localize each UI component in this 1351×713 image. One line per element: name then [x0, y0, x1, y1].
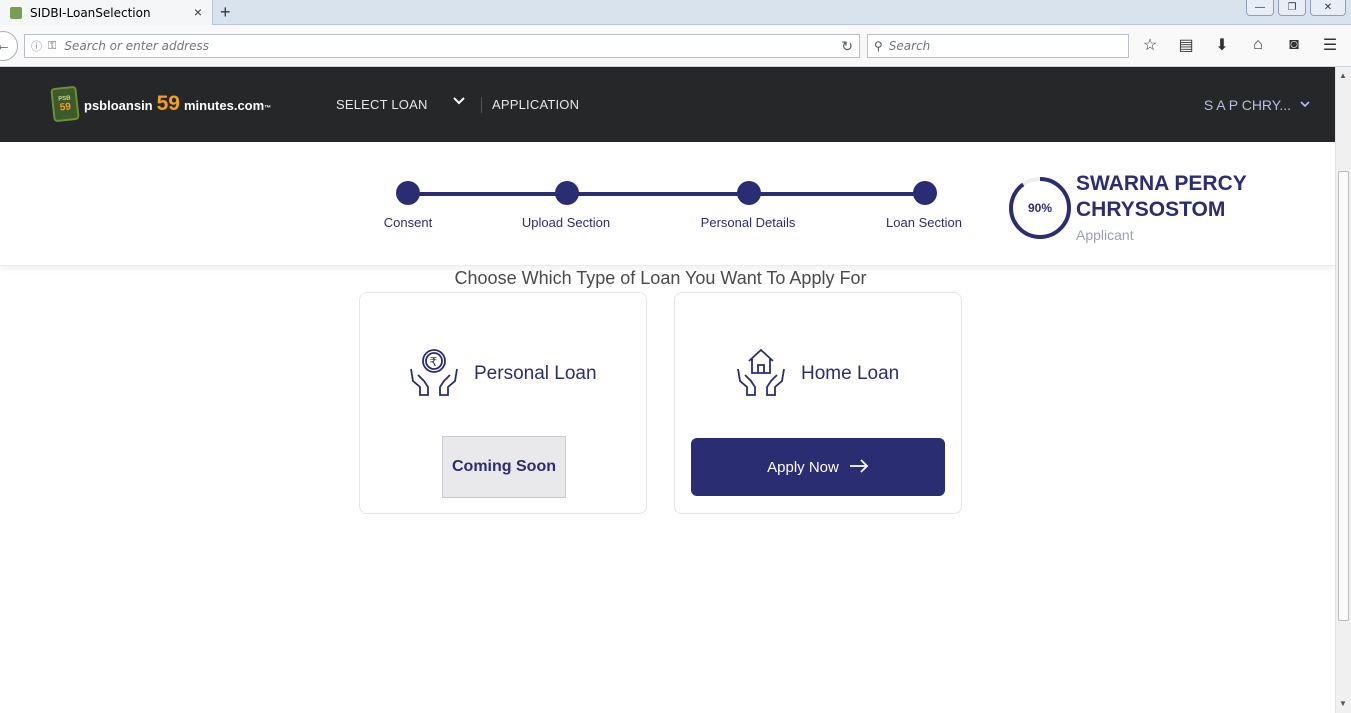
step-label-consent: Consent	[383, 215, 433, 230]
scroll-thumb[interactable]	[1338, 171, 1349, 621]
logo-badge-number: 59	[59, 100, 72, 114]
favicon-icon	[10, 6, 22, 19]
star-icon[interactable]: ☆	[1140, 35, 1160, 55]
tab-close-icon[interactable]: ×	[194, 4, 202, 20]
address-bar[interactable]: ⓘ ⚿ ↻	[24, 34, 860, 58]
svg-text:₹: ₹	[430, 355, 438, 369]
reading-list-icon[interactable]: ▤	[1176, 35, 1196, 55]
site-logo[interactable]: PSB 59 psbloansin 59 minutes.com ™	[50, 85, 271, 123]
close-window-button[interactable]: ✕	[1310, 0, 1346, 16]
search-icon: ⚲	[874, 39, 883, 53]
personal-loan-title: Personal Loan	[474, 363, 597, 384]
house-in-hands-icon	[735, 347, 787, 399]
applicant-name: SWARNA PERCY CHRYSOSTOM	[1076, 172, 1247, 221]
info-icon[interactable]: ⓘ	[31, 38, 42, 54]
scroll-down-icon[interactable]: ▼	[1339, 699, 1347, 708]
step-label-upload: Upload Section	[521, 215, 611, 230]
search-input[interactable]	[888, 39, 1109, 53]
user-name: S A P CHRY...	[1203, 97, 1291, 113]
home-icon[interactable]: ⌂	[1248, 35, 1268, 55]
nav-application[interactable]: APPLICATION	[492, 97, 579, 112]
browser-nav-bar: ← ⓘ ⚿ ↻ ⚲ ☆ ▤ ⬇ ⌂ ◙ ☰	[0, 25, 1351, 67]
step-dot-personal	[737, 181, 761, 205]
arrow-right-icon	[849, 457, 869, 478]
personal-loan-card: ₹ Personal Loan Coming Soon	[359, 292, 647, 514]
stepper-track	[408, 192, 925, 196]
page-scrollbar[interactable]: ▲ ▼	[1335, 67, 1351, 713]
download-icon[interactable]: ⬇	[1212, 35, 1232, 55]
applicant-role: Applicant	[1076, 227, 1134, 243]
chevron-down-icon[interactable]	[451, 93, 467, 114]
user-chevron-down-icon	[1299, 98, 1311, 113]
progress-percent: 90%	[1027, 201, 1053, 215]
scroll-up-icon[interactable]: ▲	[1339, 71, 1347, 80]
key-icon: ⚿	[48, 39, 57, 52]
logo-prefix: psbloansin	[84, 98, 153, 113]
window-controls: — ❐ ✕	[1246, 0, 1346, 16]
pocket-icon[interactable]: ◙	[1284, 35, 1304, 55]
step-label-personal: Personal Details	[700, 215, 796, 230]
step-dot-loan	[913, 181, 937, 205]
browser-toolbar: ☆ ▤ ⬇ ⌂ ◙ ☰	[1140, 35, 1340, 55]
back-arrow-icon: ←	[0, 37, 11, 54]
reload-icon[interactable]: ↻	[841, 38, 853, 55]
progress-ring: 90%	[1008, 176, 1072, 240]
nav-select-loan[interactable]: SELECT LOAN	[336, 97, 428, 112]
nav-divider	[481, 97, 482, 113]
apply-now-button[interactable]: Apply Now	[691, 438, 945, 496]
minimize-button[interactable]: —	[1246, 0, 1274, 16]
apply-now-label: Apply Now	[767, 458, 839, 476]
coming-soon-button: Coming Soon	[442, 436, 566, 498]
new-tab-button[interactable]: +	[220, 2, 231, 23]
logo-trademark: ™	[264, 105, 272, 112]
page-heading: Choose Which Type of Loan You Want To Ap…	[454, 268, 867, 288]
browser-tab-bar: SIDBI-LoanSelection × + — ❐ ✕	[0, 0, 1351, 25]
restore-button[interactable]: ❐	[1278, 0, 1306, 16]
tab-title: SIDBI-LoanSelection	[30, 5, 151, 20]
step-dot-consent	[396, 181, 420, 205]
logo-number: 59	[156, 92, 180, 115]
home-loan-card: Home Loan Apply Now	[674, 292, 962, 514]
logo-text: psbloansin 59 minutes.com ™	[84, 92, 271, 116]
coin-in-hands-icon: ₹	[408, 347, 460, 399]
menu-icon[interactable]: ☰	[1320, 35, 1340, 55]
step-label-loan: Loan Section	[886, 215, 962, 230]
search-bar[interactable]: ⚲	[867, 34, 1129, 58]
browser-tab[interactable]: SIDBI-LoanSelection ×	[0, 0, 213, 25]
back-button[interactable]: ←	[0, 31, 18, 61]
logo-suffix: minutes.com	[183, 98, 265, 113]
user-menu[interactable]: S A P CHRY...	[1204, 97, 1311, 113]
address-input[interactable]	[64, 39, 805, 53]
progress-stepper: Consent Upload Section Personal Details …	[0, 142, 1335, 266]
home-loan-title: Home Loan	[801, 363, 900, 384]
site-header: PSB 59 psbloansin 59 minutes.com ™ SELEC…	[0, 67, 1335, 142]
step-dot-upload	[555, 181, 579, 205]
logo-badge-icon: PSB 59	[50, 85, 80, 123]
